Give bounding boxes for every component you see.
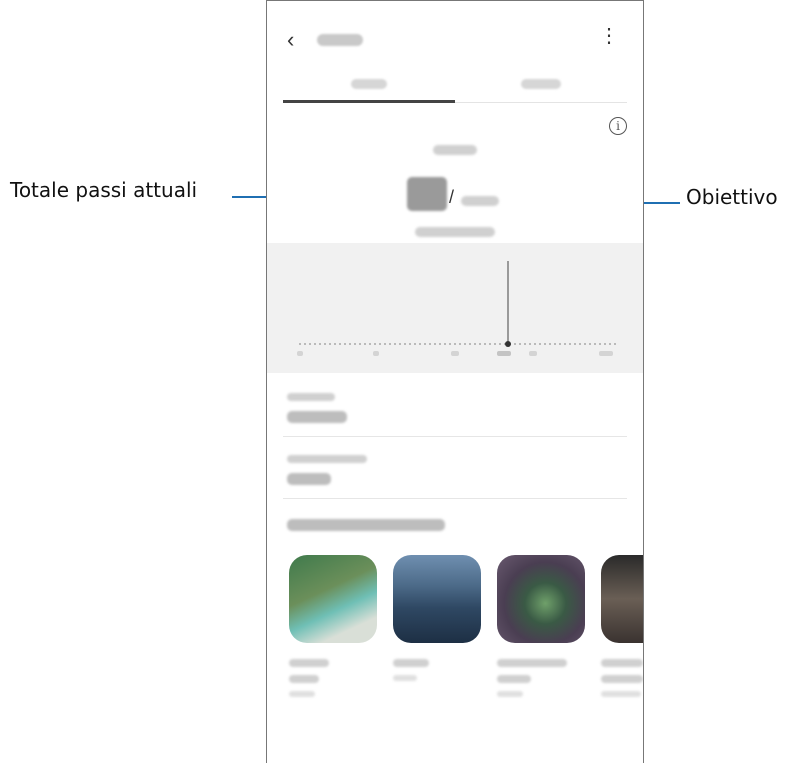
divider (283, 498, 627, 499)
card-3-subtitle-blurred (497, 691, 523, 697)
recommended-card-2[interactable] (393, 555, 481, 643)
steps-separator: / (449, 187, 455, 207)
goal-steps-value-blurred (461, 196, 499, 206)
card-1-title-blurred (289, 675, 319, 683)
calories-label-blurred (287, 455, 367, 463)
chart-tick-label (297, 351, 303, 356)
chart-tick-label (599, 351, 613, 356)
chart-tick-label (451, 351, 459, 356)
more-options-icon[interactable]: ⋮ (599, 26, 619, 46)
steps-chart (267, 243, 643, 373)
current-steps-value-blurred (407, 177, 447, 211)
card-1-subtitle-blurred (289, 691, 315, 697)
steps-chart-svg (297, 261, 619, 356)
tab-today[interactable] (351, 79, 387, 89)
tab-indicator (283, 100, 455, 103)
card-2-title-blurred (393, 659, 429, 667)
card-1-title-blurred (289, 659, 329, 667)
distance-value-blurred (287, 411, 347, 423)
callout-goal: Obiettivo (686, 185, 778, 209)
recommended-card-4[interactable] (601, 555, 643, 643)
daily-goal-label-blurred (415, 227, 495, 237)
recommended-card-3[interactable] (497, 555, 585, 643)
top-bar: ‹ ⋮ (267, 1, 643, 81)
calories-value-blurred (287, 473, 331, 485)
card-3-title-blurred (497, 659, 567, 667)
phone-screen: ‹ ⋮ i / (266, 0, 644, 763)
chart-tick-label (497, 351, 511, 356)
card-3-title-blurred (497, 675, 531, 683)
back-icon[interactable]: ‹ (287, 27, 294, 53)
divider (283, 436, 627, 437)
callout-current-steps: Totale passi attuali (10, 178, 198, 202)
info-icon[interactable]: i (609, 117, 627, 135)
tab-bar (283, 73, 627, 103)
chart-tick-label (529, 351, 537, 356)
chart-tick-label (373, 351, 379, 356)
recommended-heading-blurred (287, 519, 445, 531)
card-4-title-blurred (601, 659, 643, 667)
page-title-blurred (317, 34, 363, 46)
recommended-card-1[interactable] (289, 555, 377, 643)
distance-label-blurred (287, 393, 335, 401)
card-4-title-blurred (601, 675, 643, 683)
card-4-subtitle-blurred (601, 691, 641, 697)
card-2-subtitle-blurred (393, 675, 417, 681)
date-label-blurred (433, 145, 477, 155)
tab-trends[interactable] (521, 79, 561, 89)
chart-current-point (505, 341, 511, 347)
